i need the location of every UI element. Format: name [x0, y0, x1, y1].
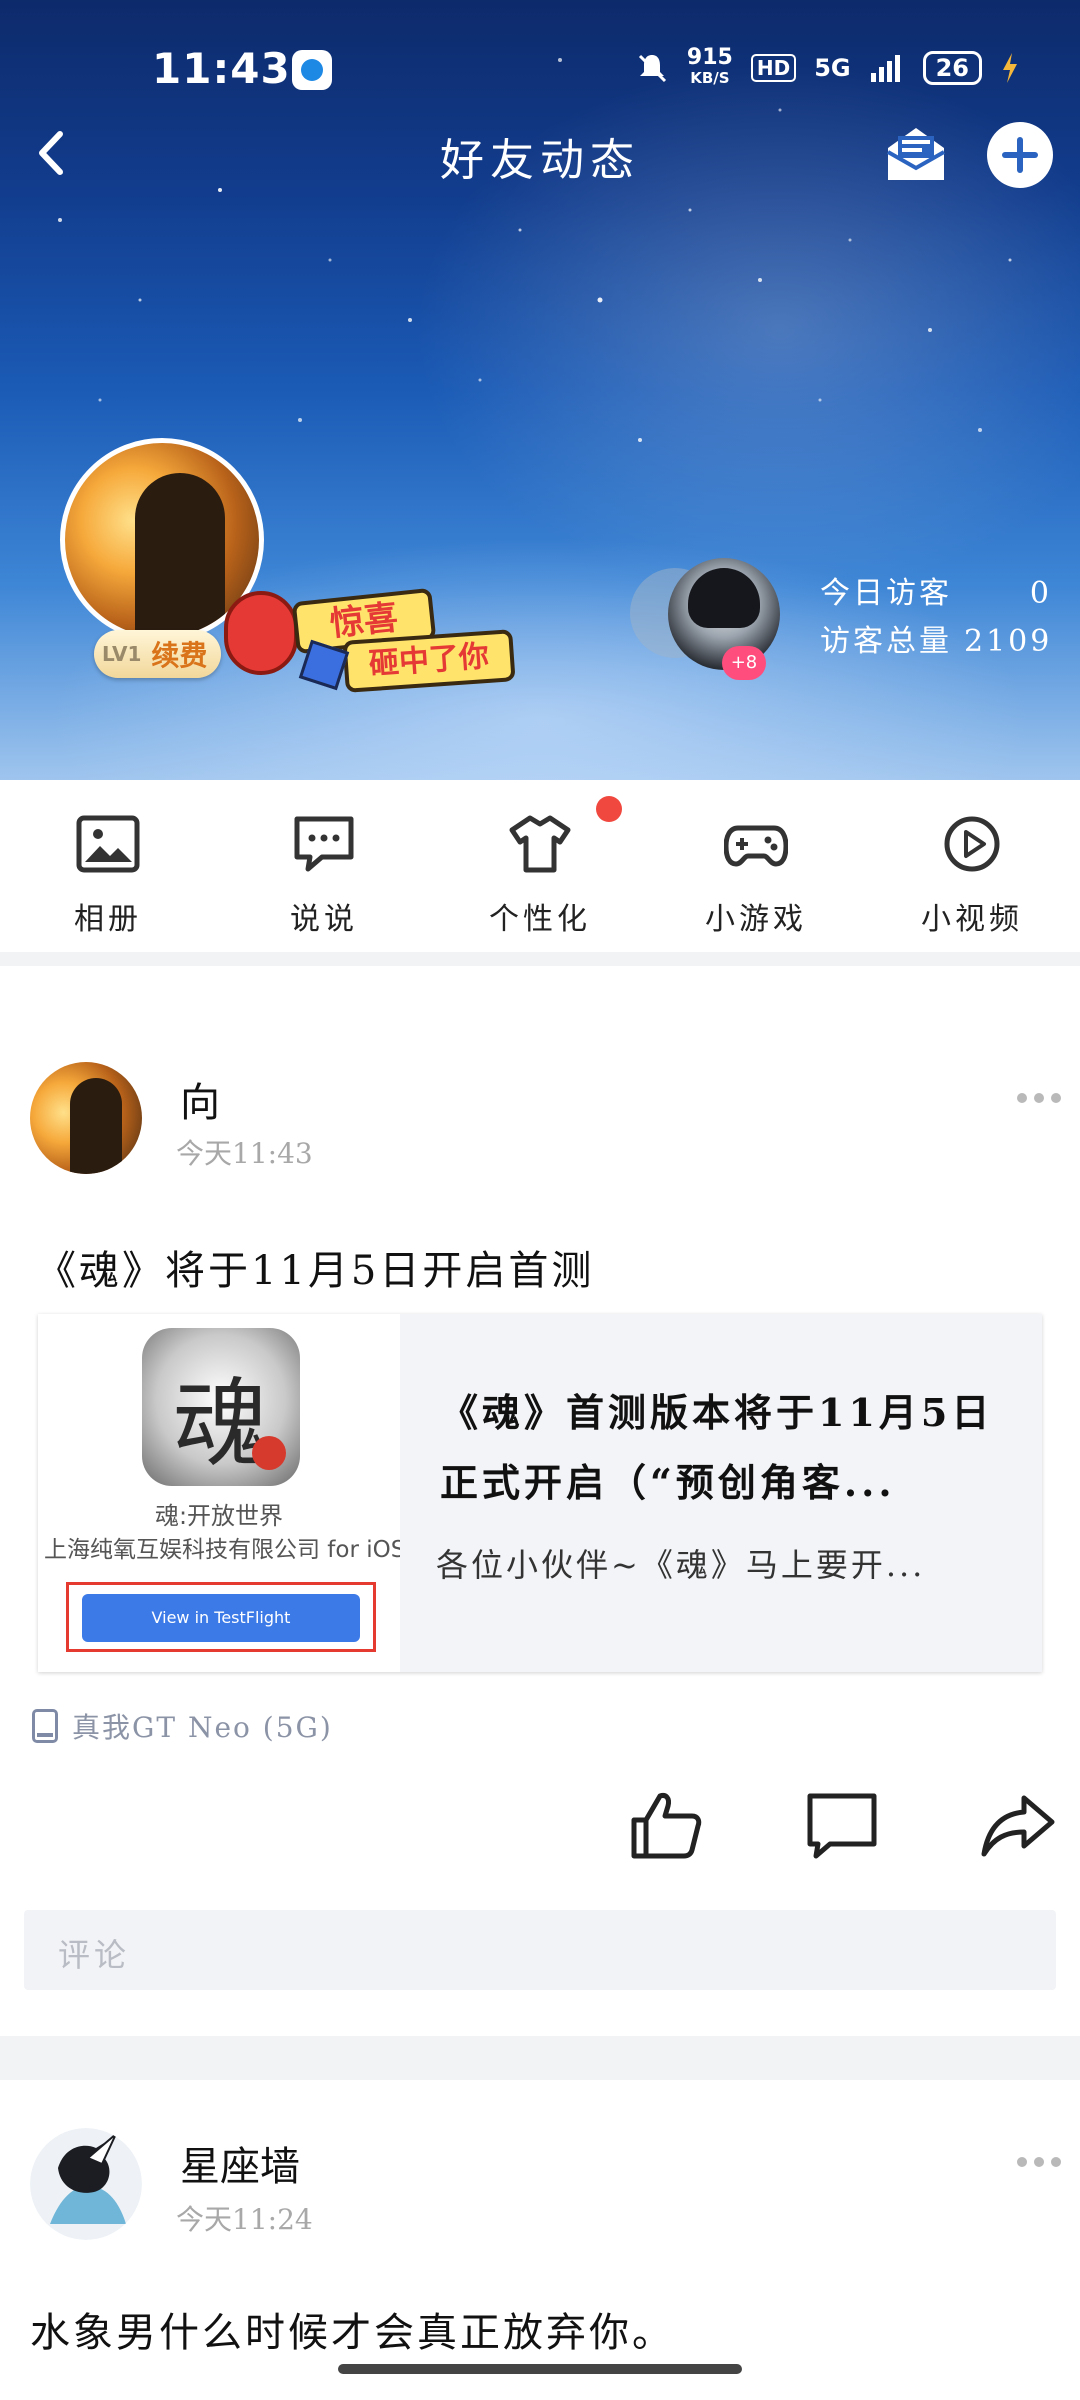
level-badge[interactable]: LV1 续费 [94, 630, 222, 678]
net-speed-value: 915 [686, 45, 733, 70]
visitor-stats[interactable]: 今日访客 0 访客总量 2109 [820, 570, 1052, 666]
shortcut-label: 小视频 [921, 902, 1023, 937]
post-author-avatar[interactable] [30, 1062, 142, 1174]
app-icon-accent [252, 1436, 286, 1470]
mail-icon[interactable] [880, 118, 952, 190]
app-company: 上海纯氧互娱科技有限公司 for iOS [44, 1537, 400, 1563]
app-icon: 魂 [142, 1328, 300, 1486]
post-timestamp: 今天11:24 [176, 2203, 313, 2236]
shortcut-label: 小游戏 [705, 902, 807, 937]
signal-icon [870, 55, 900, 82]
shortcut-bar: 相册 说说 个性化 小游戏 小视频 [0, 780, 1080, 952]
post-author-avatar[interactable] [30, 2128, 142, 2240]
lantern-icon [224, 591, 298, 675]
shortcut-label: 个性化 [489, 902, 591, 937]
testflight-button-image: View in TestFlight [82, 1594, 360, 1642]
network-type: 5G [814, 54, 851, 82]
shortcut-minigame[interactable]: 小游戏 [648, 780, 864, 952]
post-divider [0, 2036, 1080, 2080]
device-name: 真我GT Neo (5G) [72, 1711, 333, 1744]
net-speed: 915 KB/S [686, 45, 733, 88]
photo-album-icon [76, 815, 140, 873]
level-text: LV1 [102, 642, 142, 666]
post-text: 《魂》将于11月5日开启首测 [36, 1248, 595, 1294]
hd-badge: HD [750, 54, 797, 82]
more-options-icon[interactable] [1017, 1090, 1061, 1104]
shortcut-shortvideo[interactable]: 小视频 [864, 780, 1080, 952]
link-title: 《魂》首测版本将于11月5日正式开启（“预创角客... [440, 1390, 994, 1505]
phone-icon [32, 1709, 58, 1743]
shared-link-card[interactable]: 魂 魂:开放世界 上海纯氧互娱科技有限公司 for iOS View in Te… [38, 1314, 1042, 1672]
renew-label: 续费 [151, 639, 208, 672]
battery-level: 26 [922, 51, 982, 85]
profile-cover: 11:43 915 KB/S HD 5G 26 好友动态 LV1 续费 惊喜 砸… [0, 0, 1080, 780]
comment-placeholder: 评论 [58, 1936, 131, 1974]
link-description: 各位小伙伴~《魂》马上要开... [436, 1546, 926, 1584]
gamepad-icon [724, 825, 788, 867]
share-icon[interactable] [980, 1790, 1056, 1860]
avatar-hair [688, 568, 760, 628]
total-visitors-value: 2109 [964, 624, 1053, 659]
notification-app-icon [292, 50, 332, 90]
today-visitors-value: 0 [1029, 576, 1052, 611]
chat-bubble-icon [294, 816, 354, 872]
tshirt-icon [509, 815, 571, 873]
shortcut-album[interactable]: 相册 [0, 780, 216, 952]
play-circle-icon [944, 816, 1000, 872]
shortcut-label: 相册 [74, 902, 142, 937]
more-options-icon[interactable] [1017, 2154, 1061, 2168]
post-author-name[interactable]: 向 [180, 1070, 220, 1128]
comment-input[interactable]: 评论 [24, 1910, 1056, 1990]
post-device: 真我GT Neo (5G) [32, 1706, 333, 1746]
shortcut-label: 说说 [290, 902, 358, 937]
post-timestamp: 今天11:43 [176, 1137, 313, 1170]
promo-banner[interactable]: 惊喜 砸中了你 [224, 585, 524, 695]
status-icons: 915 KB/S HD 5G 26 [635, 45, 1020, 88]
app-name: 魂:开放世界 [154, 1502, 284, 1530]
home-indicator[interactable] [338, 2364, 742, 2374]
today-visitors-label: 今日访客 [820, 576, 952, 611]
plus-icon [1002, 137, 1038, 173]
add-button[interactable] [987, 122, 1053, 188]
avatar-silhouette [135, 473, 225, 637]
new-indicator-dot [596, 796, 622, 822]
total-visitors-label: 访客总量 [820, 624, 952, 659]
promo-line2: 砸中了你 [342, 629, 516, 693]
net-speed-unit: KB/S [690, 69, 730, 87]
visitor-count-badge: +8 [722, 646, 766, 680]
post-author-name[interactable]: 星座墙 [180, 2134, 300, 2192]
comment-icon[interactable] [804, 1790, 880, 1860]
like-icon[interactable] [628, 1790, 704, 1860]
link-thumbnail: 魂 魂:开放世界 上海纯氧互娱科技有限公司 for iOS View in Te… [38, 1314, 400, 1672]
status-time: 11:43 [152, 44, 291, 93]
section-divider [0, 952, 1080, 966]
shortcut-status[interactable]: 说说 [216, 780, 432, 952]
avatar-silhouette [70, 1078, 122, 1174]
charging-icon [1003, 53, 1017, 83]
post-text: 水象男什么时候才会真正放弃你。 [30, 2310, 675, 2356]
mute-icon [638, 54, 666, 83]
